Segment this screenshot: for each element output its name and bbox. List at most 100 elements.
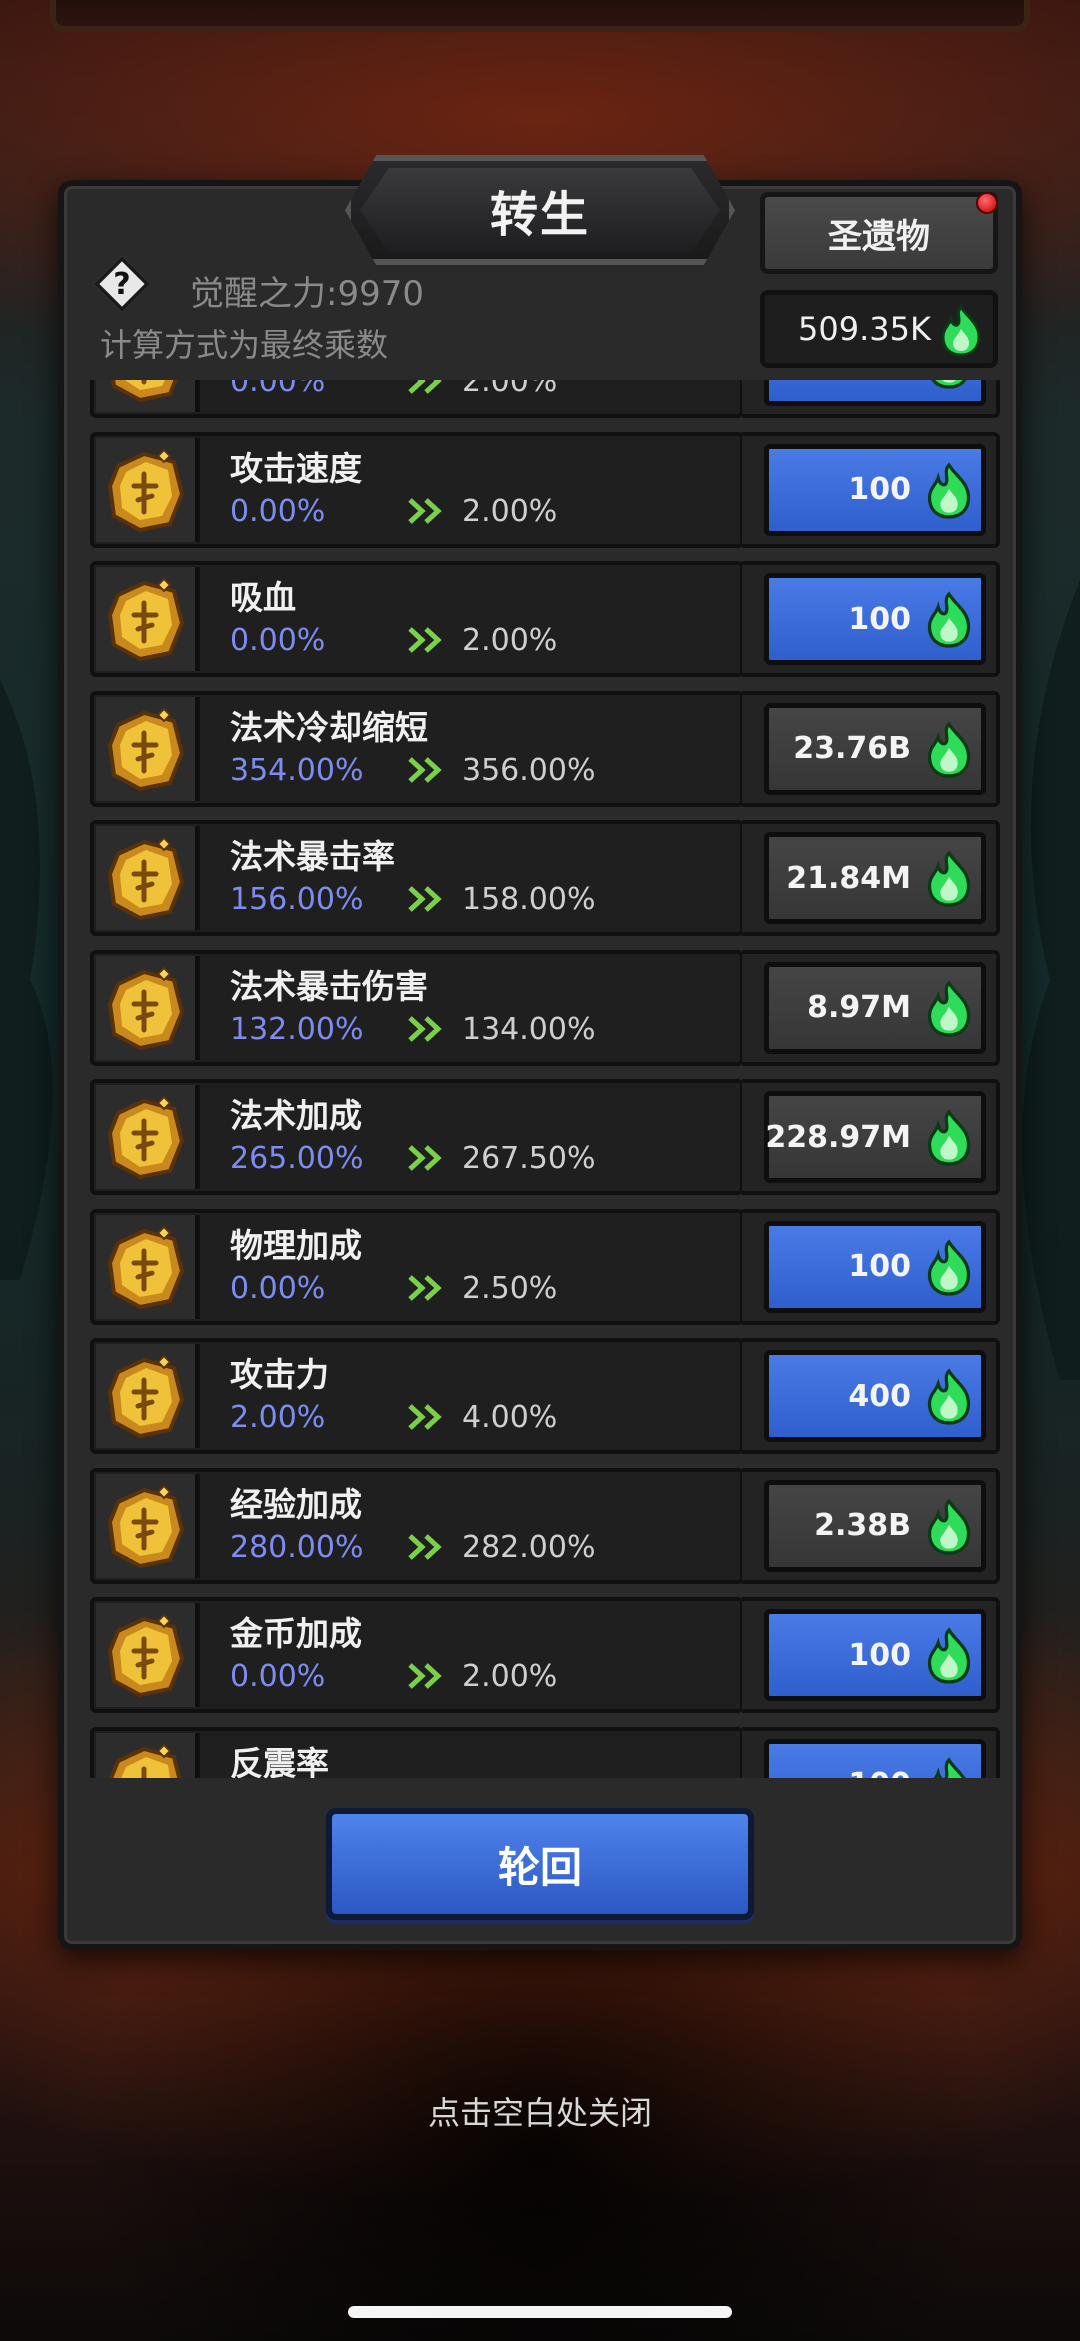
double-chevron-right-icon <box>406 625 446 659</box>
upgrade-name: 法术暴击伤害 <box>230 966 428 1006</box>
green-soul-flame-icon <box>923 1238 975 1306</box>
golden-rune-stone-icon <box>96 1085 200 1189</box>
upgrade-cost-button[interactable] <box>764 380 986 406</box>
green-soul-flame-icon <box>941 305 981 357</box>
upgrade-name: 吸血 <box>230 578 296 617</box>
upgrade-next-value: 2.00% <box>462 1659 558 1694</box>
upgrade-name: 攻击速度 <box>230 448 362 488</box>
upgrade-list[interactable]: 0.00% 2.00% 攻击速度 0.00% 2.00% 100 吸血 0.00… <box>90 380 1000 1778</box>
upgrade-cost: 23.76B <box>793 731 911 766</box>
green-soul-flame-icon <box>923 1756 975 1778</box>
upgrade-row: 攻击速度 0.00% 2.00% 100 <box>90 431 1000 548</box>
upgrade-current-value: 0.00% <box>230 380 326 399</box>
upgrade-current-value: 280.00% <box>230 1529 364 1565</box>
upgrade-name: 法术冷却缩短 <box>230 707 428 747</box>
double-chevron-right-icon <box>406 1143 446 1177</box>
green-soul-flame-icon <box>923 1108 975 1176</box>
double-chevron-right-icon <box>406 1661 446 1695</box>
upgrade-next-value: 2.50% <box>462 1270 558 1306</box>
upgrade-row: 吸血 0.00% 2.00% 100 <box>90 561 1000 677</box>
upgrade-cost-button[interactable]: 100 <box>764 1609 986 1701</box>
upgrade-name: 攻击力 <box>230 1355 329 1394</box>
upgrade-name: 物理加成 <box>230 1225 362 1265</box>
upgrade-row: 0.00% 2.00% <box>90 380 1000 418</box>
upgrade-name: 法术暴击率 <box>230 837 395 876</box>
upgrade-row: 物理加成 0.00% 2.50% 100 <box>90 1208 1000 1325</box>
upgrade-next-value: 158.00% <box>462 882 596 917</box>
upgrade-next-value: 2.00% <box>462 623 558 658</box>
help-glyph: ? <box>113 266 131 302</box>
upgrade-current-value: 0.00% <box>230 1659 326 1694</box>
upgrade-name: 反震率 <box>230 1743 329 1779</box>
upgrade-current-value: 0.00% <box>230 493 326 529</box>
upgrade-cost-button[interactable]: 21.84M <box>764 832 986 924</box>
calc-method-note: 计算方式为最终乘数 <box>100 326 389 364</box>
notification-dot <box>976 192 998 214</box>
upgrade-name: 法术加成 <box>230 1096 362 1135</box>
upgrade-next-value: 282.00% <box>462 1529 596 1565</box>
double-chevron-right-icon <box>406 496 446 530</box>
upgrade-current-value: 2.00% <box>230 1400 326 1435</box>
upgrade-current-value: 156.00% <box>230 882 364 917</box>
help-button[interactable]: ? <box>93 255 151 313</box>
upgrade-cost-button[interactable]: 400 <box>764 1350 986 1442</box>
green-soul-flame-icon <box>923 1367 975 1435</box>
awaken-power-label: 觉醒之力:9970 <box>190 274 424 314</box>
upgrade-cost-button[interactable]: 100 <box>764 1220 986 1313</box>
double-chevron-right-icon <box>406 755 446 789</box>
upgrade-cost-button[interactable]: 100 <box>764 443 986 536</box>
panel-title: 转生 <box>360 168 720 252</box>
golden-rune-stone-icon <box>96 1344 200 1448</box>
upgrade-cost: 21.84M <box>786 860 911 896</box>
upgrade-row: 法术暴击伤害 132.00% 134.00% 8.97M <box>90 949 1000 1066</box>
close-hint: 点击空白处关闭 <box>427 2094 652 2132</box>
upgrade-cost-button[interactable]: 100 <box>764 573 986 665</box>
upgrade-next-value: 356.00% <box>462 752 596 788</box>
golden-rune-stone-icon <box>96 567 200 671</box>
upgrade-row: 经验加成 280.00% 282.00% 2.38B <box>90 1467 1000 1584</box>
green-soul-flame-icon <box>923 380 975 399</box>
upgrade-cost: 2.38B <box>814 1508 911 1543</box>
reincarnate-button[interactable]: 轮回 <box>326 1808 754 1920</box>
double-chevron-right-icon <box>406 1532 446 1566</box>
upgrade-row: 法术加成 265.00% 267.50% 228.97M <box>90 1079 1000 1195</box>
upgrade-row: 金币加成 0.00% 2.00% 100 <box>90 1597 1000 1713</box>
upgrade-current-value: 354.00% <box>230 752 364 788</box>
golden-rune-stone-icon <box>96 826 200 930</box>
upgrade-current-value: 132.00% <box>230 1011 364 1047</box>
upgrade-cost: 228.97M <box>765 1119 911 1155</box>
golden-rune-stone-icon <box>96 1732 200 1778</box>
upgrade-row: 攻击力 2.00% 4.00% 400 <box>90 1338 1000 1454</box>
upgrade-cost: 100 <box>848 1249 911 1284</box>
upgrade-current-value: 0.00% <box>230 1270 326 1306</box>
upgrade-cost: 100 <box>848 1767 911 1778</box>
upgrade-cost-button[interactable]: 2.38B <box>764 1479 986 1572</box>
upgrade-cost-button[interactable]: 100 <box>764 1738 986 1778</box>
relic-button[interactable]: 圣遗物 <box>760 192 998 274</box>
green-soul-flame-icon <box>923 1497 975 1565</box>
top-frame-decoration <box>50 0 1030 32</box>
upgrade-cost: 8.97M <box>807 990 911 1025</box>
upgrade-cost: 100 <box>848 1637 911 1673</box>
green-soul-flame-icon <box>923 590 975 658</box>
upgrade-name: 金币加成 <box>230 1614 362 1653</box>
upgrade-cost-button[interactable]: 228.97M <box>764 1091 986 1183</box>
upgrade-next-value: 4.00% <box>462 1400 558 1435</box>
home-indicator[interactable] <box>348 2306 732 2318</box>
green-soul-flame-icon <box>923 720 975 788</box>
double-chevron-right-icon <box>406 380 446 400</box>
golden-rune-stone-icon <box>96 1603 200 1707</box>
green-soul-flame-icon <box>923 1626 975 1694</box>
upgrade-row: 反震率 100 <box>90 1726 1000 1779</box>
green-soul-flame-icon <box>923 849 975 917</box>
upgrade-cost-button[interactable]: 23.76B <box>764 702 986 795</box>
golden-rune-stone-icon <box>96 955 200 1060</box>
double-chevron-right-icon <box>406 1273 446 1307</box>
upgrade-row: 法术暴击率 156.00% 158.00% 21.84M <box>90 820 1000 936</box>
golden-rune-stone-icon <box>96 437 200 542</box>
upgrade-next-value: 2.00% <box>462 380 558 399</box>
golden-rune-stone-icon <box>96 696 200 801</box>
upgrade-cost-button[interactable]: 8.97M <box>764 961 986 1054</box>
golden-rune-stone-icon <box>96 1214 200 1319</box>
double-chevron-right-icon <box>406 1402 446 1436</box>
